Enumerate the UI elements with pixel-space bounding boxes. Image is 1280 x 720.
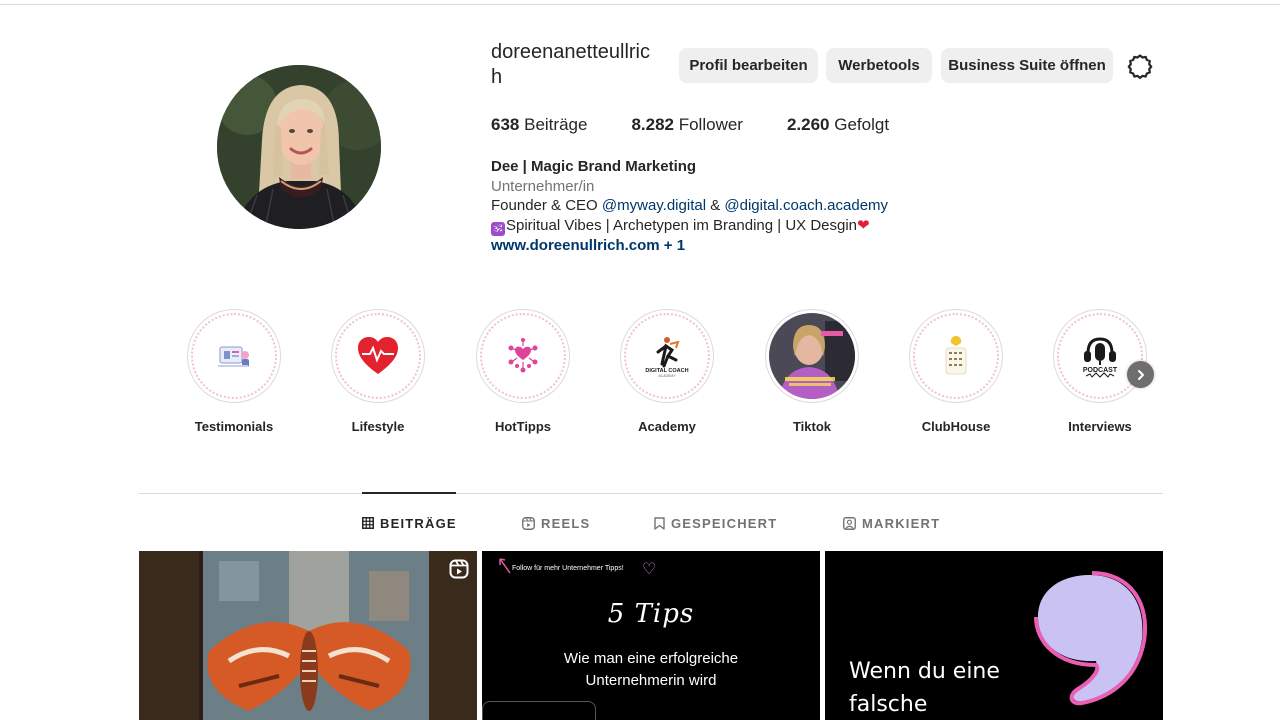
bio-ampersand: & [706, 197, 725, 215]
reel-badge-icon [449, 559, 469, 579]
highlight-ring: DIGITAL COACH ACADEMY [620, 309, 714, 403]
tab-reels[interactable]: REELS [522, 513, 590, 533]
stat-following-label: Gefolgt [834, 115, 890, 134]
stat-posts[interactable]: 638 Beiträge [491, 115, 587, 135]
highlight-label: ClubHouse [921, 419, 991, 434]
business-suite-button[interactable]: Business Suite öffnen [941, 48, 1113, 83]
highlight-label: HotTipps [494, 419, 552, 434]
grid-icon [362, 517, 374, 529]
post-tile-moth-reel[interactable] [139, 551, 477, 720]
highlight-hottipps[interactable]: HotTipps [463, 309, 583, 434]
reels-icon [522, 516, 535, 530]
hearts-burst-icon [480, 313, 566, 399]
avatar-photo [217, 65, 381, 229]
tab-reels-label: REELS [541, 515, 591, 531]
bio-display-name: Dee | Magic Brand Marketing [491, 158, 697, 175]
highlight-ring [187, 309, 281, 403]
bio-line-vibes: 🕉 Spiritual Vibes | Archetypen im Brandin… [491, 216, 888, 236]
post-caption-line-2: Unternehmerin wird [585, 672, 717, 689]
edit-profile-button[interactable]: Profil bearbeiten [679, 48, 818, 83]
bio-founder-text: Founder & CEO [491, 197, 602, 215]
portrait-photo [769, 313, 855, 399]
settings-gear-icon[interactable] [1126, 52, 1154, 80]
bookmark-icon [654, 516, 665, 530]
profile-stats: 638 Beiträge 8.282 Follower 2.260 Gefolg… [491, 115, 933, 135]
highlight-label: Testimonials [194, 419, 274, 434]
stat-posts-count: 638 [491, 115, 520, 134]
highlight-academy[interactable]: DIGITAL COACH ACADEMY Academy [607, 309, 727, 434]
svg-text:ACADEMY: ACADEMY [658, 374, 676, 378]
highlight-label: Interviews [1068, 419, 1132, 434]
stat-posts-label: Beiträge [524, 115, 588, 134]
post-tile-wenn-du[interactable]: Wenn du eine falsche [825, 551, 1163, 720]
om-symbol-icon: 🕉 [491, 221, 505, 236]
post-script-title: 5 Tips [607, 599, 695, 629]
bio-category: Unternehmer/in [491, 177, 595, 195]
podcast-microphone-icon: PODCAST [1057, 313, 1143, 399]
testimonials-icon [191, 313, 277, 399]
stat-following-count: 2.260 [786, 115, 830, 134]
profile-bio: Dee | Magic Brand Marketing Unternehmer/… [491, 157, 888, 255]
tab-tagged[interactable]: MARKIERT [843, 513, 940, 533]
moth-photo [139, 551, 477, 720]
ad-tools-button[interactable]: Werbetools [826, 48, 932, 83]
stat-followers-count: 8.282 [631, 115, 674, 134]
profile-avatar[interactable] [217, 65, 381, 229]
post-follow-hint: Follow für mehr Unternehmer Tipps! [512, 565, 624, 572]
mention-myway-digital[interactable]: @myway.digital [602, 197, 706, 214]
stat-following[interactable]: 2.260 Gefolgt [787, 115, 889, 135]
highlight-ring [331, 309, 425, 403]
stat-followers-label: Follower [678, 115, 743, 134]
pointer-arrow-icon [499, 558, 511, 574]
highlights-next-button[interactable] [1127, 361, 1154, 388]
highlight-ring [765, 309, 859, 403]
outline-heart-icon: ♡ [642, 561, 657, 578]
tab-saved-label: GESPEICHERT [671, 515, 778, 531]
chevron-right-icon [1137, 369, 1144, 380]
highlight-ring [476, 309, 570, 403]
highlight-label: Lifestyle [351, 419, 405, 434]
digital-coach-logo: DIGITAL COACH ACADEMY [624, 313, 710, 399]
bio-website-link[interactable]: www.doreenullrich.com + 1 [491, 236, 888, 256]
highlight-tiktok[interactable]: Tiktok [752, 309, 872, 434]
tab-posts[interactable]: BEITRÄGE [362, 513, 457, 533]
bio-vibes-text: Spiritual Vibes | Archetypen im Branding… [506, 216, 858, 234]
phone-outline-graphic [482, 701, 596, 720]
post-caption-line-1: Wenn du eine [849, 659, 1000, 684]
bio-line-founder: Founder & CEO @myway.digital & @digital.… [491, 196, 888, 216]
profile-username: doreenanetteullrich [491, 41, 650, 88]
post-tile-5-tips[interactable]: Follow für mehr Unternehmer Tipps! ♡ 5 T… [482, 551, 820, 720]
highlight-clubhouse[interactable]: ClubHouse [896, 309, 1016, 434]
highlight-testimonials[interactable]: Testimonials [174, 309, 294, 434]
highlight-label: Tiktok [792, 419, 832, 434]
tab-saved[interactable]: GESPEICHERT [654, 513, 777, 533]
red-heart-icon: ❤ [857, 216, 870, 234]
heart-icon [335, 313, 421, 399]
highlight-lifestyle[interactable]: Lifestyle [318, 309, 438, 434]
mention-digital-coach-academy[interactable]: @digital.coach.academy [724, 197, 888, 214]
post-caption-line-2: falsche [849, 692, 928, 717]
comma-graphic [1034, 571, 1147, 706]
tabs-divider [139, 493, 1163, 494]
highlight-ring: PODCAST [1053, 309, 1147, 403]
active-tab-indicator [362, 492, 456, 494]
highlight-label: Academy [638, 419, 696, 434]
tab-posts-label: BEITRÄGE [380, 515, 457, 531]
post-caption-line-1: Wie man eine erfolgreiche [563, 650, 739, 667]
highlight-ring [909, 309, 1003, 403]
stat-followers[interactable]: 8.282 Follower [631, 115, 743, 135]
tagged-icon [843, 516, 856, 530]
clubhouse-icon [913, 313, 999, 399]
svg-text:PODCAST: PODCAST [1083, 367, 1118, 374]
tab-tagged-label: MARKIERT [862, 515, 941, 531]
top-divider [0, 4, 1280, 5]
